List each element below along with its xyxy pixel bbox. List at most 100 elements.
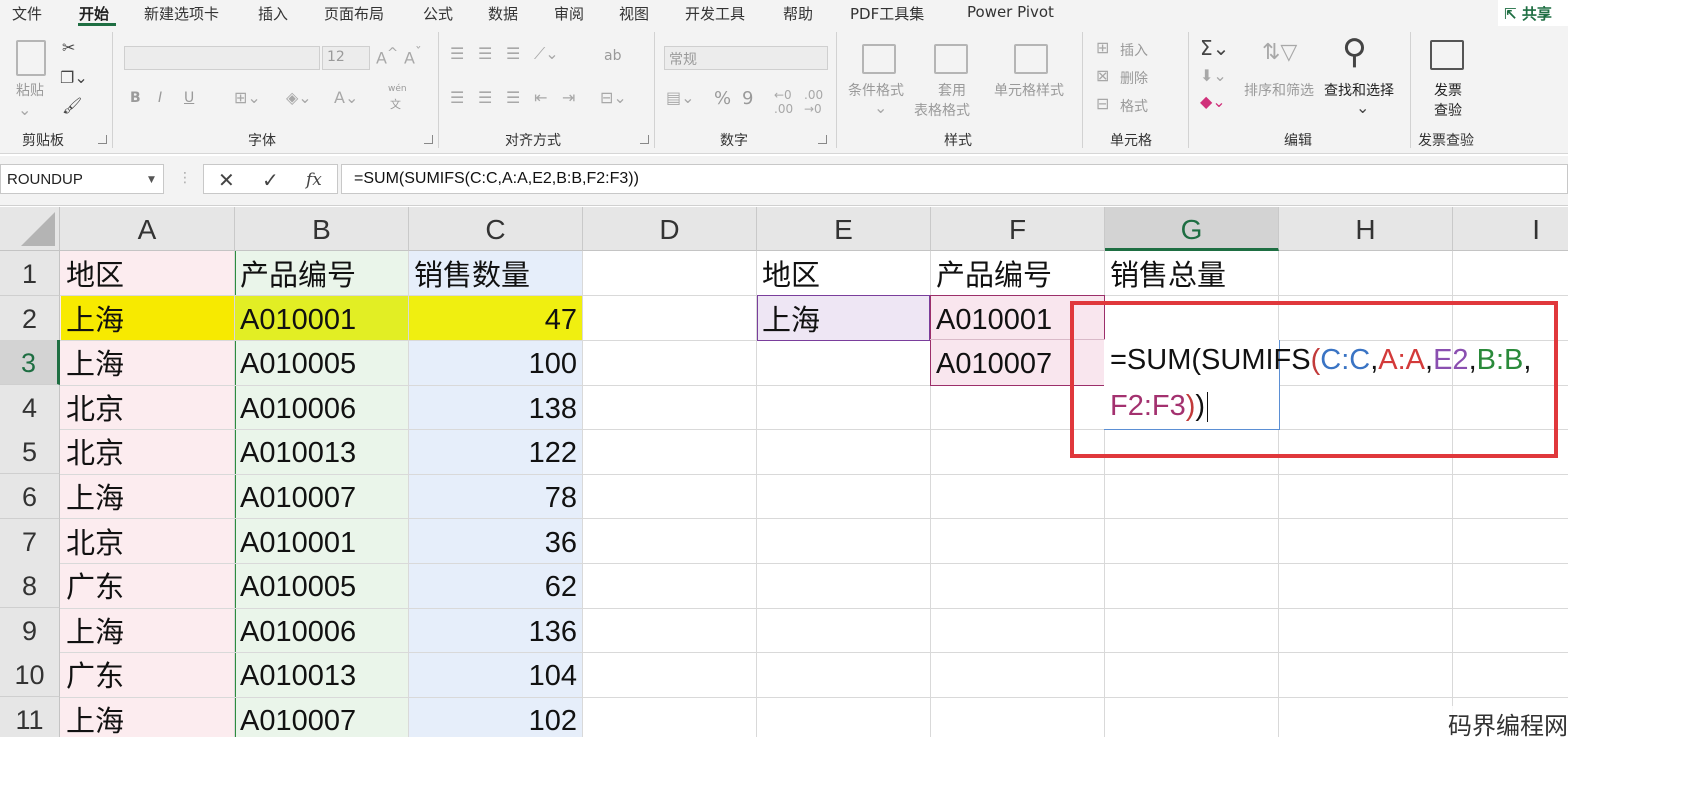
phonetic-wen-char[interactable]: 文 <box>390 96 401 112</box>
increase-decimal-icon[interactable]: ←0.00 <box>774 88 793 116</box>
cell-c9[interactable]: 136 <box>409 610 577 654</box>
insert-cells-label[interactable]: 插入 <box>1120 40 1148 60</box>
cell-a7[interactable]: 北京 <box>66 521 124 565</box>
cell-c4[interactable]: 138 <box>409 387 577 431</box>
bold-button[interactable]: B <box>130 90 141 106</box>
row-header-9[interactable]: 9 <box>0 608 60 653</box>
cell-styles-label[interactable]: 单元格样式 <box>994 80 1064 100</box>
cell-c10[interactable]: 104 <box>409 654 577 698</box>
cell-a4[interactable]: 北京 <box>66 387 124 431</box>
spreadsheet-grid[interactable]: A B C D E F G H I 1 2 3 4 5 6 7 8 9 10 1… <box>0 207 1568 737</box>
cell-c7[interactable]: 36 <box>409 521 577 565</box>
cell-e1[interactable]: 地区 <box>762 253 820 297</box>
fill-icon[interactable]: ⬇⌄ <box>1200 66 1227 85</box>
enter-icon[interactable]: ✓ <box>262 168 279 192</box>
select-all-button[interactable] <box>0 207 60 251</box>
cell-b11[interactable]: A010007 <box>240 699 356 737</box>
paste-dropdown-icon[interactable]: ⌄ <box>18 100 31 119</box>
sort-filter-label[interactable]: 排序和筛选 <box>1244 80 1314 100</box>
row-header-10[interactable]: 10 <box>0 652 60 697</box>
name-box[interactable]: ROUNDUP <box>0 164 164 194</box>
font-size-dropdown[interactable]: 12 <box>322 46 370 70</box>
cell-b2[interactable]: A010001 <box>240 298 356 342</box>
column-header-d[interactable]: D <box>583 207 757 251</box>
align-middle-icon[interactable]: ☰ <box>478 44 492 63</box>
column-header-e[interactable]: E <box>757 207 931 251</box>
cell-a6[interactable]: 上海 <box>66 476 124 520</box>
number-format-dropdown[interactable]: 常规 <box>664 46 828 70</box>
decrease-font-icon[interactable]: Aˇ <box>404 46 422 67</box>
font-color-icon[interactable]: A⌄ <box>334 88 358 107</box>
conditional-format-label[interactable]: 条件格式 <box>848 80 904 100</box>
cell-a11[interactable]: 上海 <box>66 699 124 737</box>
insert-function-icon[interactable]: fx <box>306 170 322 190</box>
cell-b6[interactable]: A010007 <box>240 476 356 520</box>
cell-b4[interactable]: A010006 <box>240 387 356 431</box>
italic-button[interactable]: I <box>158 90 162 106</box>
tab-file[interactable]: 文件 <box>12 3 42 24</box>
invoice-check-icon[interactable] <box>1430 40 1464 70</box>
share-button[interactable]: ⇱ 共享 <box>1498 0 1568 26</box>
tab-new-tab[interactable]: 新建选项卡 <box>144 3 219 24</box>
cell-f2[interactable]: A010001 <box>936 298 1052 342</box>
sort-filter-icon[interactable]: ⇅▽ <box>1262 40 1297 65</box>
decrease-decimal-icon[interactable]: .00 →0 <box>804 88 823 116</box>
column-header-f[interactable]: F <box>931 207 1105 251</box>
format-cells-icon[interactable]: ⊟ <box>1096 94 1109 113</box>
cell-b8[interactable]: A010005 <box>240 565 356 609</box>
orientation-icon[interactable]: ⟋⌄ <box>534 44 559 64</box>
cell-c6[interactable]: 78 <box>409 476 577 520</box>
invoice-check-label-2[interactable]: 查验 <box>1434 100 1462 120</box>
increase-font-icon[interactable]: A^ <box>376 46 398 67</box>
cell-c5[interactable]: 122 <box>409 431 577 475</box>
cell-c3[interactable]: 100 <box>409 342 577 386</box>
phonetic-wen[interactable]: wén <box>388 84 407 94</box>
tab-home[interactable]: 开始 <box>79 3 109 24</box>
tab-developer[interactable]: 开发工具 <box>685 3 745 24</box>
column-header-b[interactable]: B <box>235 207 409 251</box>
align-right-icon[interactable]: ☰ <box>506 88 520 107</box>
row-header-11[interactable]: 11 <box>0 697 60 737</box>
row-header-8[interactable]: 8 <box>0 563 60 608</box>
underline-button[interactable]: U <box>184 90 194 106</box>
column-header-i[interactable]: I <box>1453 207 1568 251</box>
delete-cells-label[interactable]: 删除 <box>1120 68 1148 88</box>
tab-data[interactable]: 数据 <box>488 3 518 24</box>
row-header-7[interactable]: 7 <box>0 519 60 564</box>
format-as-table-label-1[interactable]: 套用 <box>938 80 966 100</box>
insert-cells-icon[interactable]: ⊞ <box>1096 38 1109 57</box>
alignment-launcher-icon[interactable] <box>640 135 649 144</box>
cell-a1[interactable]: 地区 <box>66 253 124 297</box>
decrease-indent-icon[interactable]: ⇤ <box>534 88 547 107</box>
tab-formulas[interactable]: 公式 <box>423 3 453 24</box>
copy-icon[interactable]: ❐⌄ <box>60 68 88 87</box>
column-header-c[interactable]: C <box>409 207 583 251</box>
cancel-icon[interactable]: ✕ <box>218 168 235 192</box>
cell-b3[interactable]: A010005 <box>240 342 356 386</box>
tab-review[interactable]: 审阅 <box>554 3 584 24</box>
cell-c1[interactable]: 销售数量 <box>414 253 530 297</box>
cell-b5[interactable]: A010013 <box>240 431 356 475</box>
format-painter-icon[interactable]: 🖌 <box>62 96 82 115</box>
merge-center-icon[interactable]: ⊟⌄ <box>600 88 627 107</box>
percent-button[interactable]: % <box>714 88 731 109</box>
cell-e2[interactable]: 上海 <box>762 298 820 342</box>
row-header-6[interactable]: 6 <box>0 474 60 519</box>
align-center-icon[interactable]: ☰ <box>478 88 492 107</box>
cell-a5[interactable]: 北京 <box>66 431 124 475</box>
cell-a2[interactable]: 上海 <box>66 298 124 342</box>
cell-a8[interactable]: 广东 <box>66 565 124 609</box>
column-header-g[interactable]: G <box>1105 207 1279 251</box>
wrap-text-button[interactable]: ab <box>604 48 621 64</box>
cell-a9[interactable]: 上海 <box>66 610 124 654</box>
cell-b1[interactable]: 产品编号 <box>240 253 356 297</box>
tab-view[interactable]: 视图 <box>619 3 649 24</box>
delete-cells-icon[interactable]: ⊠ <box>1096 66 1109 85</box>
clear-icon[interactable]: ◆⌄ <box>1200 92 1226 111</box>
paste-icon[interactable] <box>16 40 46 76</box>
format-as-table-label-2[interactable]: 表格格式 <box>914 100 970 120</box>
format-cells-label[interactable]: 格式 <box>1120 96 1148 116</box>
cell-b10[interactable]: A010013 <box>240 654 356 698</box>
cell-f3[interactable]: A010007 <box>936 342 1052 386</box>
find-select-icon[interactable]: ⚲ <box>1342 32 1367 72</box>
